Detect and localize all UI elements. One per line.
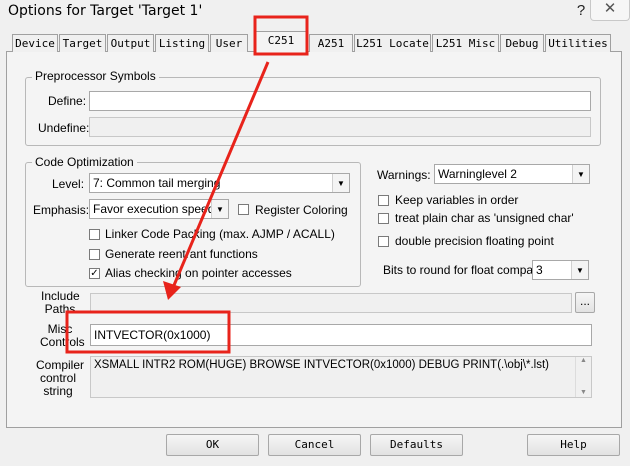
level-select[interactable]: 7: Common tail merging ▼ — [89, 173, 350, 193]
misc-value: INTVECTOR(0x1000) — [94, 328, 211, 342]
chevron-down-icon: ▼ — [572, 165, 589, 183]
chevron-down-icon: ▼ — [211, 200, 228, 218]
undefine-label: Undefine: — [38, 121, 90, 135]
bits-label: Bits to round for float compare: — [383, 263, 548, 277]
reentrant-label: Generate reentrant functions — [105, 247, 258, 261]
bits-select[interactable]: 3 ▼ — [532, 260, 589, 280]
warnings-value: Warninglevel 2 — [438, 167, 517, 181]
tab-c251[interactable]: C251 — [254, 31, 308, 53]
plain-char-label: treat plain char as 'unsigned char' — [395, 211, 574, 225]
tab-target[interactable]: Target — [59, 34, 106, 52]
include-input[interactable] — [90, 293, 572, 313]
tab-a251[interactable]: A251 — [309, 34, 353, 52]
misc-label: Misc Controls — [40, 322, 85, 349]
tab-utilities[interactable]: Utilities — [545, 34, 611, 52]
include-browse-button[interactable]: ... — [575, 292, 595, 313]
double-precision-checkbox[interactable] — [378, 236, 389, 247]
tab-debug[interactable]: Debug — [500, 34, 544, 52]
emphasis-label: Emphasis: — [33, 203, 90, 217]
include-label: Include Paths — [41, 289, 80, 316]
preprocessor-title: Preprocessor Symbols — [32, 69, 159, 83]
tab-listing[interactable]: Listing — [155, 34, 209, 52]
undefine-input[interactable] — [89, 117, 591, 137]
misc-input[interactable]: INTVECTOR(0x1000) — [90, 324, 592, 346]
emphasis-select[interactable]: Favor execution speed ▼ — [89, 199, 229, 219]
register-coloring-checkbox[interactable] — [238, 204, 249, 215]
alias-checkbox[interactable]: ✓ — [89, 268, 100, 279]
keep-vars-checkbox[interactable] — [378, 195, 389, 206]
compiler-scrollbar[interactable]: ▲ ▼ — [575, 357, 591, 397]
define-input[interactable] — [89, 91, 591, 111]
linker-packing-checkbox[interactable] — [89, 229, 100, 240]
define-label: Define: — [48, 94, 87, 108]
alias-label: Alias checking on pointer accesses — [105, 266, 292, 280]
keep-vars-label: Keep variables in order — [395, 193, 519, 207]
emphasis-value: Favor execution speed — [93, 202, 215, 216]
bits-value: 3 — [536, 263, 543, 277]
compiler-string-box[interactable]: XSMALL INTR2 ROM(HUGE) BROWSE INTVECTOR(… — [90, 356, 592, 398]
defaults-button[interactable]: Defaults — [370, 434, 463, 456]
reentrant-checkbox[interactable] — [89, 249, 100, 260]
register-coloring-label: Register Coloring — [255, 203, 348, 217]
ok-button[interactable]: OK — [166, 434, 259, 456]
code-optimization-title: Code Optimization — [32, 155, 137, 169]
cancel-button[interactable]: Cancel — [268, 434, 361, 456]
warnings-label: Warnings: — [377, 168, 431, 182]
tab-l251-locate[interactable]: L251 Locate — [354, 34, 431, 52]
help-button[interactable]: Help — [527, 434, 620, 456]
plain-char-checkbox[interactable] — [378, 213, 389, 224]
window-title: Options for Target 'Target 1' — [8, 3, 203, 19]
help-icon[interactable]: ? — [573, 2, 589, 20]
close-button[interactable]: ✕ — [590, 0, 630, 21]
tab-device[interactable]: Device — [12, 34, 58, 52]
linker-packing-label: Linker Code Packing (max. AJMP / ACALL) — [105, 227, 335, 241]
tab-l251-misc[interactable]: L251 Misc — [432, 34, 499, 52]
level-label: Level: — [52, 177, 85, 191]
close-icon: ✕ — [603, 0, 617, 17]
chevron-down-icon: ▼ — [571, 261, 588, 279]
scroll-up-icon: ▲ — [580, 357, 587, 364]
tab-user[interactable]: User — [210, 34, 248, 52]
tab-output[interactable]: Output — [107, 34, 154, 52]
compiler-label: Compiler control string — [36, 358, 85, 398]
compiler-string-value: XSMALL INTR2 ROM(HUGE) BROWSE INTVECTOR(… — [94, 359, 549, 371]
warnings-select[interactable]: Warninglevel 2 ▼ — [434, 164, 590, 184]
double-precision-label: double precision floating point — [395, 234, 554, 248]
scroll-down-icon: ▼ — [580, 389, 587, 396]
chevron-down-icon: ▼ — [332, 174, 349, 192]
level-value: 7: Common tail merging — [93, 176, 221, 190]
